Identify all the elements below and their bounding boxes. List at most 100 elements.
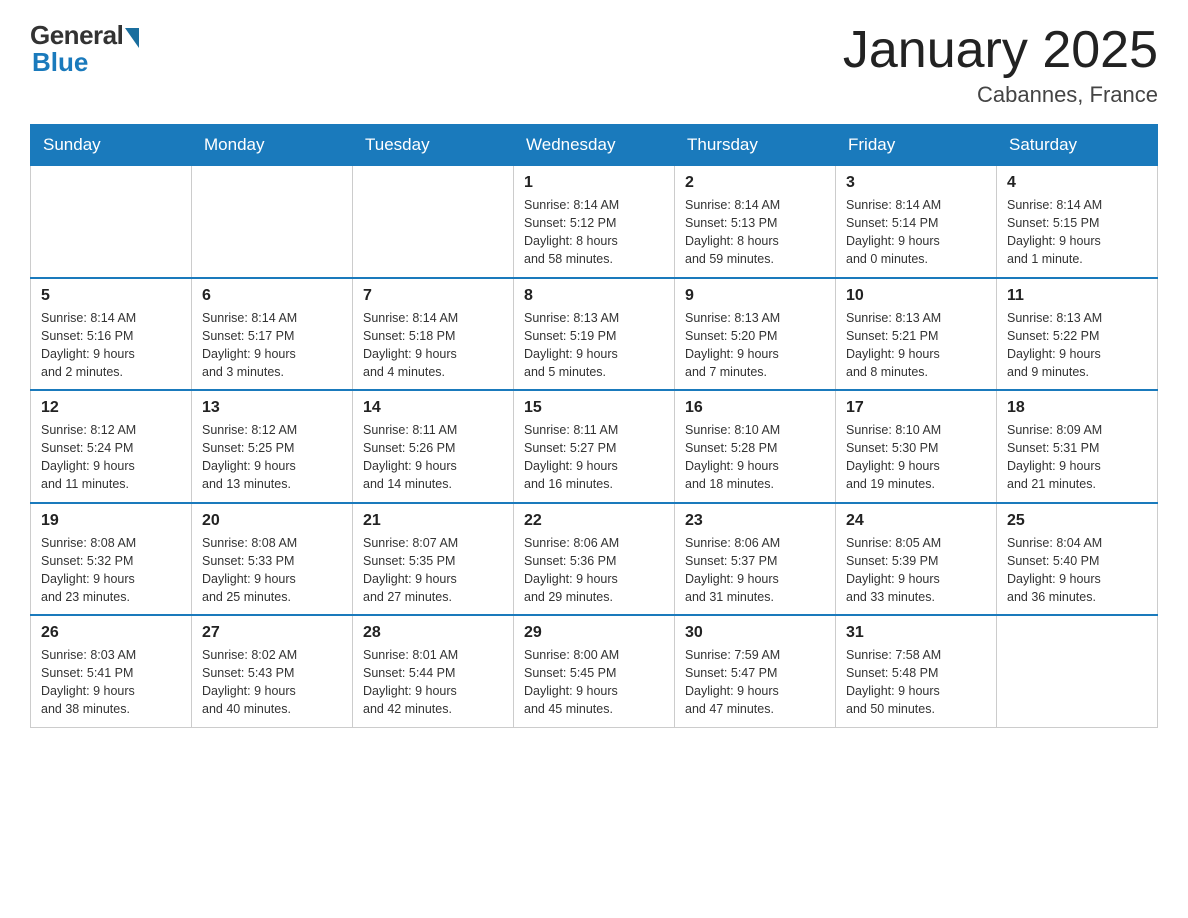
calendar-cell: 15 Sunrise: 8:11 AMSunset: 5:27 PMDayligh… [514,390,675,503]
weekday-header-row: SundayMondayTuesdayWednesdayThursdayFrid… [31,125,1158,166]
calendar-cell: 16 Sunrise: 8:10 AMSunset: 5:28 PMDayligh… [675,390,836,503]
day-number: 26 [41,624,181,642]
calendar-cell: 22 Sunrise: 8:06 AMSunset: 5:36 PMDayligh… [514,503,675,616]
calendar-cell: 28 Sunrise: 8:01 AMSunset: 5:44 PMDayligh… [353,615,514,727]
weekday-header-wednesday: Wednesday [514,125,675,166]
calendar-cell: 19Sunrise: 8:08 AMSunset: 5:32 PMDayligh… [31,503,192,616]
calendar-cell [997,615,1158,727]
calendar-cell: 26 Sunrise: 8:03 AMSunset: 5:41 PMDayligh… [31,615,192,727]
day-number: 12 [41,399,181,417]
weekday-header-tuesday: Tuesday [353,125,514,166]
calendar-cell: 12 Sunrise: 8:12 AMSunset: 5:24 PMDayligh… [31,390,192,503]
week-row-4: 19Sunrise: 8:08 AMSunset: 5:32 PMDayligh… [31,503,1158,616]
calendar-cell [353,166,514,278]
day-number: 15 [524,399,664,417]
page-header: General Blue January 2025 Cabannes, Fran… [30,20,1158,108]
day-info: Sunrise: 8:14 AMSunset: 5:16 PMDaylight:… [41,309,181,382]
calendar-cell [192,166,353,278]
day-info: Sunrise: 8:14 AMSunset: 5:18 PMDaylight:… [363,309,503,382]
day-number: 22 [524,512,664,530]
day-number: 23 [685,512,825,530]
day-number: 1 [524,174,664,192]
day-number: 17 [846,399,986,417]
day-number: 25 [1007,512,1147,530]
calendar-cell: 13 Sunrise: 8:12 AMSunset: 5:25 PMDayligh… [192,390,353,503]
calendar-table: SundayMondayTuesdayWednesdayThursdayFrid… [30,124,1158,728]
logo-triangle-icon [125,28,139,48]
day-number: 16 [685,399,825,417]
day-info: Sunrise: 8:03 AMSunset: 5:41 PMDaylight:… [41,646,181,719]
day-info: Sunrise: 8:11 AMSunset: 5:27 PMDaylight:… [524,421,664,494]
day-number: 3 [846,174,986,192]
day-info: Sunrise: 8:13 AMSunset: 5:22 PMDaylight:… [1007,309,1147,382]
day-info: Sunrise: 8:13 AMSunset: 5:20 PMDaylight:… [685,309,825,382]
day-info: Sunrise: 8:04 AMSunset: 5:40 PMDaylight:… [1007,534,1147,607]
weekday-header-saturday: Saturday [997,125,1158,166]
calendar-cell: 1Sunrise: 8:14 AMSunset: 5:12 PMDaylight… [514,166,675,278]
day-info: Sunrise: 8:06 AMSunset: 5:37 PMDaylight:… [685,534,825,607]
day-info: Sunrise: 8:08 AMSunset: 5:33 PMDaylight:… [202,534,342,607]
day-info: Sunrise: 8:12 AMSunset: 5:25 PMDaylight:… [202,421,342,494]
day-info: Sunrise: 8:14 AMSunset: 5:14 PMDaylight:… [846,196,986,269]
day-number: 18 [1007,399,1147,417]
calendar-cell: 2Sunrise: 8:14 AMSunset: 5:13 PMDaylight… [675,166,836,278]
weekday-header-friday: Friday [836,125,997,166]
calendar-cell [31,166,192,278]
calendar-cell: 30 Sunrise: 7:59 AMSunset: 5:47 PMDayligh… [675,615,836,727]
day-info: Sunrise: 8:10 AMSunset: 5:30 PMDaylight:… [846,421,986,494]
calendar-cell: 8 Sunrise: 8:13 AMSunset: 5:19 PMDaylight… [514,278,675,391]
calendar-cell: 17 Sunrise: 8:10 AMSunset: 5:30 PMDayligh… [836,390,997,503]
calendar-cell: 10 Sunrise: 8:13 AMSunset: 5:21 PMDayligh… [836,278,997,391]
day-info: Sunrise: 8:06 AMSunset: 5:36 PMDaylight:… [524,534,664,607]
day-info: Sunrise: 8:11 AMSunset: 5:26 PMDaylight:… [363,421,503,494]
day-number: 30 [685,624,825,642]
day-number: 13 [202,399,342,417]
title-block: January 2025 Cabannes, France [843,20,1158,108]
calendar-cell: 25 Sunrise: 8:04 AMSunset: 5:40 PMDayligh… [997,503,1158,616]
day-number: 27 [202,624,342,642]
calendar-cell: 31Sunrise: 7:58 AMSunset: 5:48 PMDayligh… [836,615,997,727]
calendar-cell: 18 Sunrise: 8:09 AMSunset: 5:31 PMDayligh… [997,390,1158,503]
day-number: 21 [363,512,503,530]
weekday-header-monday: Monday [192,125,353,166]
day-info: Sunrise: 8:10 AMSunset: 5:28 PMDaylight:… [685,421,825,494]
week-row-3: 12 Sunrise: 8:12 AMSunset: 5:24 PMDayligh… [31,390,1158,503]
day-number: 31 [846,624,986,642]
day-number: 28 [363,624,503,642]
weekday-header-sunday: Sunday [31,125,192,166]
day-info: Sunrise: 8:08 AMSunset: 5:32 PMDaylight:… [41,534,181,607]
logo: General Blue [30,20,139,78]
weekday-header-thursday: Thursday [675,125,836,166]
calendar-cell: 24 Sunrise: 8:05 AMSunset: 5:39 PMDayligh… [836,503,997,616]
calendar-cell: 20Sunrise: 8:08 AMSunset: 5:33 PMDayligh… [192,503,353,616]
week-row-1: 1Sunrise: 8:14 AMSunset: 5:12 PMDaylight… [31,166,1158,278]
day-info: Sunrise: 7:59 AMSunset: 5:47 PMDaylight:… [685,646,825,719]
day-number: 14 [363,399,503,417]
day-number: 11 [1007,287,1147,305]
day-number: 29 [524,624,664,642]
day-number: 24 [846,512,986,530]
day-number: 8 [524,287,664,305]
day-number: 10 [846,287,986,305]
calendar-subtitle: Cabannes, France [843,82,1158,108]
day-number: 9 [685,287,825,305]
logo-blue-text: Blue [30,47,88,78]
calendar-cell: 29Sunrise: 8:00 AMSunset: 5:45 PMDayligh… [514,615,675,727]
day-info: Sunrise: 8:05 AMSunset: 5:39 PMDaylight:… [846,534,986,607]
day-info: Sunrise: 8:01 AMSunset: 5:44 PMDaylight:… [363,646,503,719]
week-row-5: 26 Sunrise: 8:03 AMSunset: 5:41 PMDayligh… [31,615,1158,727]
calendar-cell: 14 Sunrise: 8:11 AMSunset: 5:26 PMDayligh… [353,390,514,503]
calendar-cell: 3 Sunrise: 8:14 AMSunset: 5:14 PMDaylight… [836,166,997,278]
day-info: Sunrise: 8:14 AMSunset: 5:15 PMDaylight:… [1007,196,1147,269]
day-number: 4 [1007,174,1147,192]
calendar-cell: 27Sunrise: 8:02 AMSunset: 5:43 PMDayligh… [192,615,353,727]
calendar-cell: 9 Sunrise: 8:13 AMSunset: 5:20 PMDaylight… [675,278,836,391]
day-number: 2 [685,174,825,192]
day-info: Sunrise: 8:09 AMSunset: 5:31 PMDaylight:… [1007,421,1147,494]
week-row-2: 5Sunrise: 8:14 AMSunset: 5:16 PMDaylight… [31,278,1158,391]
calendar-cell: 11 Sunrise: 8:13 AMSunset: 5:22 PMDayligh… [997,278,1158,391]
day-info: Sunrise: 8:13 AMSunset: 5:19 PMDaylight:… [524,309,664,382]
calendar-cell: 6Sunrise: 8:14 AMSunset: 5:17 PMDaylight… [192,278,353,391]
day-info: Sunrise: 8:12 AMSunset: 5:24 PMDaylight:… [41,421,181,494]
day-info: Sunrise: 8:13 AMSunset: 5:21 PMDaylight:… [846,309,986,382]
